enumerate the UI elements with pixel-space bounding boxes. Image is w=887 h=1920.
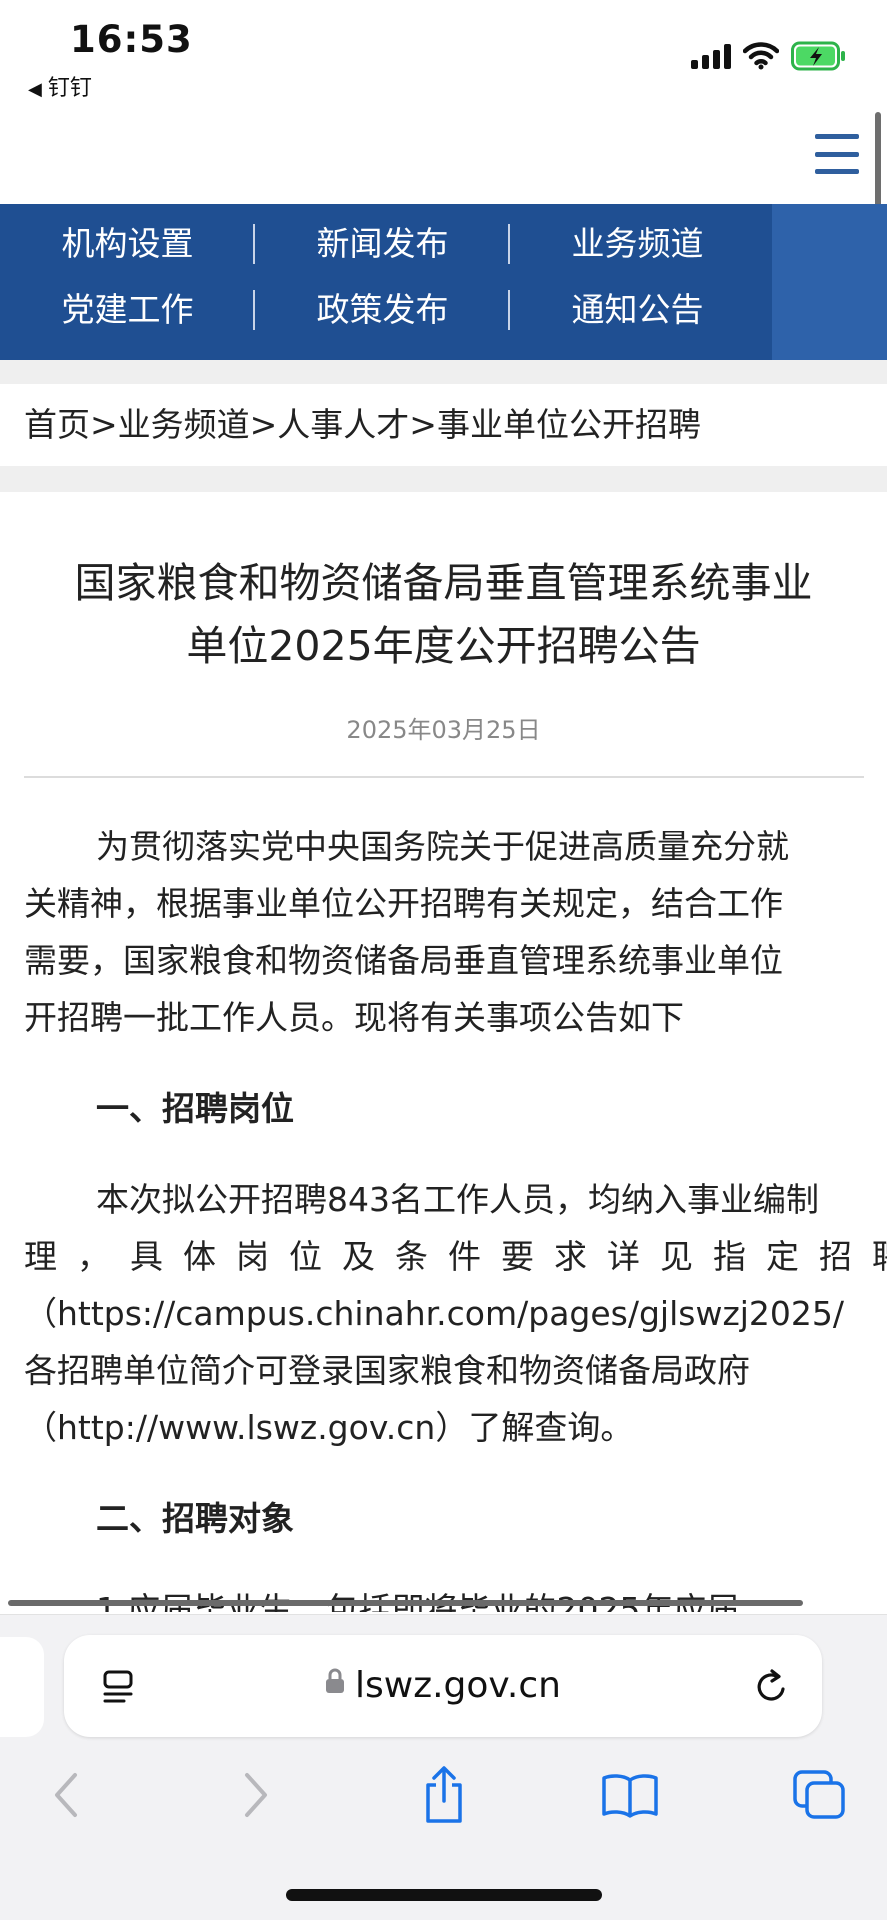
title-divider xyxy=(24,776,864,778)
back-to-app-button[interactable]: ◀ 钉钉 xyxy=(28,70,92,102)
recruitment-link[interactable]: （https://campus.chinahr.com/pages/gjlswz… xyxy=(24,1285,887,1342)
paragraph-line: 理，具体岗位及条件要求详见指定招聘网 xyxy=(24,1237,887,1276)
browser-toolbar xyxy=(0,1765,887,1855)
cellular-signal-icon xyxy=(691,43,731,69)
hamburger-menu-icon[interactable] xyxy=(815,134,859,174)
nav-item-news[interactable]: 新闻发布 xyxy=(255,218,510,270)
breadcrumb[interactable]: 首页>业务频道>人事人才>事业单位公开招聘 xyxy=(0,384,887,466)
lock-icon xyxy=(325,1632,345,1734)
address-text[interactable]: lswz.gov.cn xyxy=(64,1635,822,1737)
paragraph-line: 关精神，根据事业单位公开招聘有关规定，结合工作 xyxy=(24,884,783,923)
paragraph-line: 各招聘单位简介可登录国家粮食和物资储备局政府 xyxy=(24,1351,750,1390)
wifi-icon xyxy=(743,42,779,70)
paragraph-line: 为贯彻落实党中央国务院关于促进高质量充分就 xyxy=(96,827,789,866)
paragraph-line: 开招聘一批工作人员。现将有关事项公告如下 xyxy=(24,998,684,1037)
article-body: 为贯彻落实党中央国务院关于促进高质量充分就 关精神，根据事业单位公开招聘有关规定… xyxy=(24,818,887,1612)
main-nav: 机构设置 新闻发布 业务频道 党建工作 政策发布 通知公告 xyxy=(0,204,887,360)
section-gap xyxy=(0,466,887,492)
status-time: 16:53 xyxy=(70,18,193,61)
nav-item-party-building[interactable]: 党建工作 xyxy=(0,284,255,336)
tabs-icon[interactable] xyxy=(790,1765,850,1825)
forward-icon[interactable] xyxy=(226,1765,286,1825)
section-heading: 一、招聘岗位 xyxy=(96,1089,294,1128)
previous-tab-preview[interactable] xyxy=(0,1637,44,1737)
nav-item-business[interactable]: 业务频道 xyxy=(510,218,765,270)
status-icons xyxy=(691,38,847,74)
section-gap xyxy=(0,360,887,384)
browser-bottom-bar: lswz.gov.cn xyxy=(0,1614,887,1920)
nav-item-policy[interactable]: 政策发布 xyxy=(255,284,510,336)
share-icon[interactable] xyxy=(414,1765,474,1825)
page-menu-icon[interactable] xyxy=(102,1669,138,1705)
site-header xyxy=(0,108,887,204)
nav-extra-panel xyxy=(772,204,887,360)
back-triangle-icon: ◀ xyxy=(28,79,42,100)
article-title: 国家粮食和物资储备局垂直管理系统事业 单位2025年度公开招聘公告 xyxy=(0,552,887,678)
url-label: lswz.gov.cn xyxy=(355,1665,561,1706)
battery-charging-icon xyxy=(791,41,847,71)
paragraph-line-cut: 1.应届毕业生。包括即将毕业的2025年应届 xyxy=(24,1581,887,1612)
back-app-label: 钉钉 xyxy=(47,76,92,101)
section-heading: 二、招聘对象 xyxy=(96,1499,294,1538)
bookmarks-icon[interactable] xyxy=(600,1765,660,1825)
article-title-line: 单位2025年度公开招聘公告 xyxy=(186,622,701,670)
screen: 16:53 ◀ 钉钉 机构设置 新闻发布 业务频道 党建工作 政策发布 通知公告… xyxy=(0,0,887,1920)
home-indicator[interactable] xyxy=(286,1889,602,1901)
article-title-line: 国家粮食和物资储备局垂直管理系统事业 xyxy=(74,559,813,607)
nav-item-notices[interactable]: 通知公告 xyxy=(510,284,765,336)
nav-grid: 机构设置 新闻发布 业务频道 党建工作 政策发布 通知公告 xyxy=(0,218,765,336)
paragraph-line: 本次拟公开招聘843名工作人员，均纳入事业编制 xyxy=(96,1180,819,1219)
government-site-link[interactable]: （http://www.lswz.gov.cn）了解查询。 xyxy=(24,1399,887,1456)
reload-icon[interactable] xyxy=(752,1667,792,1707)
article-date: 2025年03月25日 xyxy=(346,716,541,744)
nav-item-institutions[interactable]: 机构设置 xyxy=(0,218,255,270)
horizontal-scrollbar[interactable] xyxy=(8,1600,803,1606)
address-bar[interactable]: lswz.gov.cn xyxy=(64,1635,822,1737)
article: 国家粮食和物资储备局垂直管理系统事业 单位2025年度公开招聘公告 2025年0… xyxy=(0,492,887,1612)
status-bar: 16:53 ◀ 钉钉 xyxy=(0,0,887,108)
back-icon[interactable] xyxy=(36,1765,96,1825)
paragraph-line: 需要，国家粮食和物资储备局垂直管理系统事业单位 xyxy=(24,941,783,980)
